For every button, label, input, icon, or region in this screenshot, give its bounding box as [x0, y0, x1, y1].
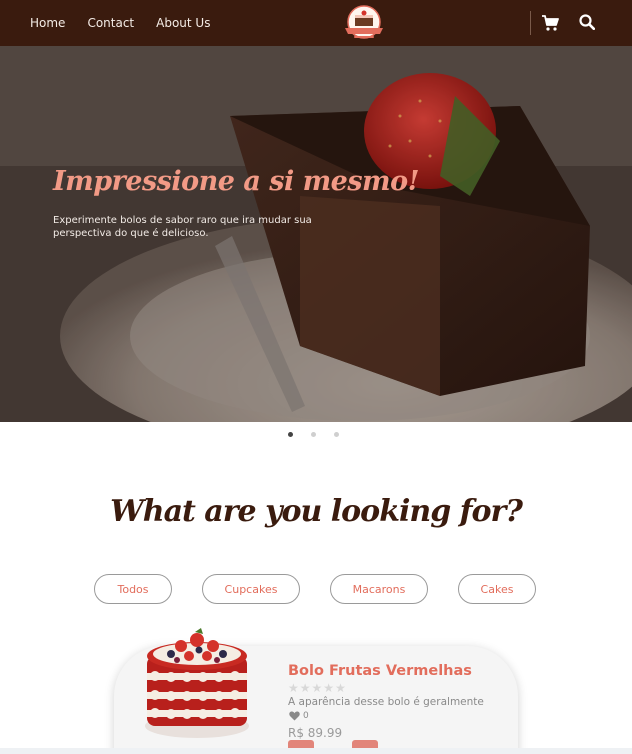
- star-icon: ★: [288, 681, 299, 695]
- nav-home-link[interactable]: Home: [30, 16, 65, 30]
- star-icon: ★: [335, 681, 346, 695]
- filter-cakes-button[interactable]: Cakes: [458, 574, 536, 604]
- cart-icon[interactable]: [541, 14, 559, 32]
- nav-divider: [530, 11, 531, 35]
- nav-about-link[interactable]: About Us: [156, 16, 210, 30]
- carousel-dot-1[interactable]: [288, 432, 293, 437]
- page-bottom-strip: [0, 748, 632, 754]
- section-title: What are you looking for?: [110, 494, 523, 529]
- product-name[interactable]: Bolo Frutas Vermelhas: [288, 663, 472, 679]
- category-filters: Todos Cupcakes Macarons Cakes: [94, 574, 536, 604]
- hero-title: Impressione a si mesmo!: [53, 166, 420, 197]
- likes-count: 0: [303, 711, 309, 721]
- product-likes[interactable]: 0: [289, 711, 309, 721]
- filter-cupcakes-button[interactable]: Cupcakes: [202, 574, 300, 604]
- star-icon: ★: [299, 681, 311, 695]
- product-rating: ★ ★ ★ ★ ★: [288, 682, 346, 694]
- star-icon: ★: [323, 681, 335, 695]
- nav-contact-link[interactable]: Contact: [87, 16, 134, 30]
- product-description: A aparência desse bolo é geralmente: [288, 696, 484, 708]
- carousel-dot-3[interactable]: [334, 432, 339, 437]
- star-icon: ★: [311, 681, 323, 695]
- filter-macarons-button[interactable]: Macarons: [330, 574, 428, 604]
- carousel-dot-2[interactable]: [311, 432, 316, 437]
- search-icon[interactable]: [579, 14, 595, 30]
- nav-links: Home Contact About Us: [30, 0, 210, 46]
- product-price: R$ 89.99: [288, 726, 343, 740]
- bakery-logo[interactable]: [342, 4, 386, 42]
- filter-todos-button[interactable]: Todos: [94, 574, 172, 604]
- navbar: Home Contact About Us: [0, 0, 632, 46]
- carousel-indicators: [288, 432, 339, 437]
- product-image[interactable]: [141, 618, 253, 743]
- heart-icon[interactable]: [289, 711, 300, 721]
- hero-banner: Impressione a si mesmo! Experimente bolo…: [0, 46, 632, 422]
- hero-description: Experimente bolos de sabor raro que ira …: [53, 215, 312, 239]
